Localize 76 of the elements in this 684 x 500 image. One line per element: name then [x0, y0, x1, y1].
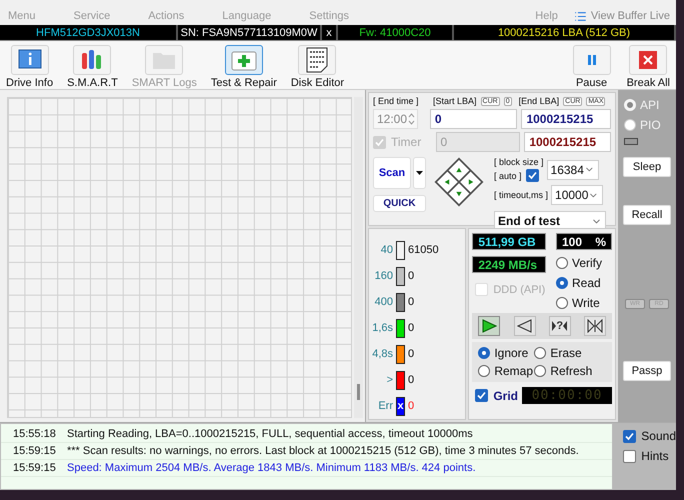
reverse-icon [516, 319, 533, 333]
latency-label: Err [377, 400, 393, 412]
checkmark-icon [625, 432, 634, 440]
quick-button[interactable]: QUICK [373, 195, 426, 212]
play-icon [481, 319, 498, 333]
latency-label: 40 [380, 244, 393, 256]
caret-icon [416, 171, 423, 175]
direction-pad[interactable] [434, 157, 484, 207]
transport-button[interactable] [514, 316, 536, 336]
capacity-display: 511,99 GB [472, 233, 546, 250]
checkmark-icon [477, 391, 486, 400]
scan-button[interactable]: Scan [373, 157, 411, 189]
binary-page-icon [305, 47, 330, 73]
timeout-select[interactable]: 10000 [551, 185, 604, 205]
butterfly-icon [586, 319, 603, 333]
repair-radio[interactable]: Refresh [534, 364, 604, 378]
auto-checkbox[interactable] [526, 169, 539, 182]
block-count: 0 [408, 348, 414, 360]
toolbar-button[interactable]: Disk Editor [290, 45, 344, 89]
status-indicator [624, 138, 638, 145]
block-count: 61050 [408, 244, 439, 256]
block-count: 0 [408, 374, 414, 386]
percent-display: 100 % [556, 233, 612, 250]
option-checkbox[interactable]: Sound [623, 429, 676, 443]
latency-label: 4,8s [371, 348, 393, 360]
log-time: 15:59:15 [12, 445, 57, 457]
list-icon [574, 10, 587, 22]
transport-button[interactable]: ? [548, 316, 571, 336]
start-lba-field[interactable]: 0 [430, 109, 518, 129]
log-time: 15:59:15 [12, 462, 57, 474]
toolbar-button[interactable]: Test & Repair [210, 45, 277, 89]
grid-checkbox[interactable]: Grid [475, 388, 518, 402]
block-size-select[interactable]: 16384 [546, 160, 599, 180]
timeout-label: [ timeout,ms ] [494, 190, 548, 200]
first-aid-kit-icon [230, 49, 258, 71]
passport-button[interactable]: Passp [623, 361, 671, 381]
log-message: *** Scan results: no warnings, no errors. Last block at 1000215215 (512 GB), time 3 minutes 57 seconds. [67, 445, 579, 457]
option-checkbox[interactable]: Hints [623, 449, 676, 463]
block-count: 0 [408, 322, 414, 334]
error-swatch: x [396, 396, 405, 416]
transport-button[interactable] [478, 316, 500, 336]
current-lba-field[interactable]: 1000215215 [524, 132, 611, 152]
latency-label: > [386, 374, 393, 386]
field-label: [ End time ] [373, 96, 420, 106]
block-size-label: [ block size ] [494, 157, 544, 167]
log-time: 15:55:18 [12, 428, 57, 440]
elapsed-timer: 00:00:00 [522, 387, 612, 404]
latency-label: 400 [374, 296, 393, 308]
checkmark-icon [528, 171, 537, 180]
block-count: 0 [408, 296, 414, 308]
sleep-button[interactable]: Sleep [623, 157, 671, 177]
transport-button[interactable] [584, 316, 606, 336]
repair-radio[interactable]: Ignore [478, 346, 534, 360]
info-icon [18, 49, 42, 71]
dropdown-button[interactable] [413, 157, 426, 189]
auto-label: [ auto ] [494, 170, 522, 180]
mode-radio[interactable]: Verify [556, 256, 612, 270]
close-icon [638, 50, 658, 70]
latency-label: 160 [374, 270, 393, 282]
end-lba-field[interactable]: 1000215215 [521, 109, 611, 129]
checkmark-icon [375, 138, 384, 146]
log-message: Speed: Maximum 2504 MB/s. Average 1843 MB/s. Minimum 1183 MB/s. 424 points. [67, 462, 476, 474]
speed-display: 2249 MB/s [472, 256, 546, 273]
block-count: 0 [408, 400, 414, 412]
block-count: 0 [408, 270, 414, 282]
log-message: Starting Reading, LBA=0..1000215215, FULL, sequential access, timeout 10000ms [67, 428, 473, 440]
mode-radio[interactable]: Read [556, 276, 612, 290]
scrollbar[interactable] [354, 97, 363, 418]
latency-label: 1,6s [371, 322, 393, 334]
repair-radio[interactable]: Erase [534, 346, 604, 360]
field-label: [Start LBA] [433, 96, 477, 106]
field-label: [End LBA] [518, 96, 560, 106]
recall-button[interactable]: Recall [623, 205, 671, 225]
mode-radio[interactable]: Write [556, 296, 612, 310]
repair-radio[interactable]: Remap [478, 364, 534, 378]
spinner-icon [408, 112, 415, 126]
